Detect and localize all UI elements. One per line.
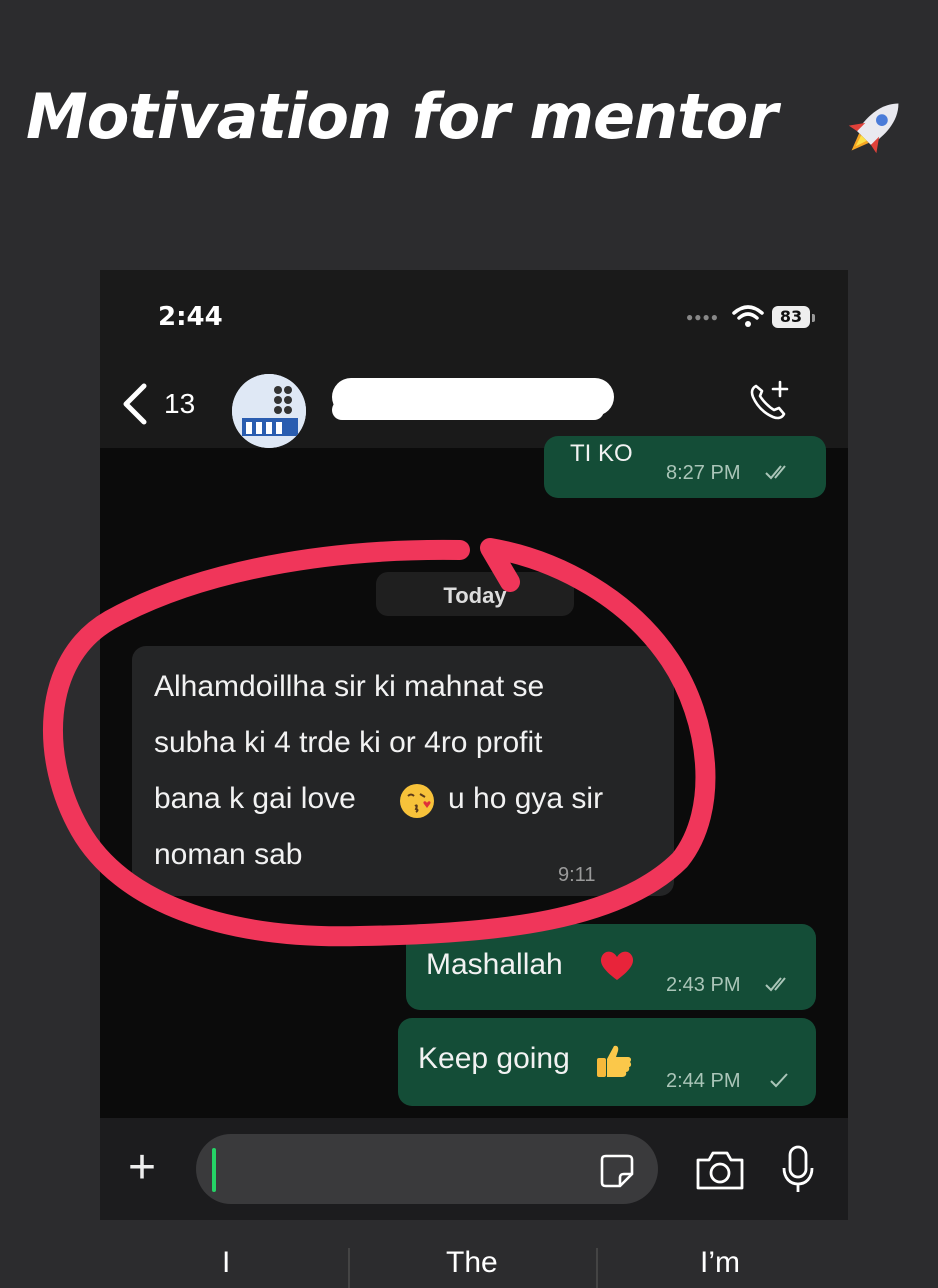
message-out-2-time: 2:44 PM: [666, 1070, 741, 1092]
message-out-1-time: 2:43 PM: [666, 974, 741, 996]
status-bar: 2:44 ●●●● 83: [100, 270, 848, 360]
signal-dots-icon: ●●●●: [686, 310, 719, 324]
suggestion-2[interactable]: The: [446, 1246, 498, 1280]
chat-screenshot: 2:44 ●●●● 83 13 TI KO 8:27 PM Today Alha…: [100, 270, 848, 1220]
message-out-previous-text: ti ko: [570, 440, 633, 467]
back-chevron-icon[interactable]: [118, 382, 152, 426]
avatar-image[interactable]: [232, 374, 306, 448]
message-in-line-1: Alhamdoillha sir ki mahnat se: [154, 670, 545, 703]
redacted-contact-name-lower: [332, 400, 604, 420]
date-divider: Today: [376, 572, 574, 616]
message-in-line-2: subha ki 4 trde ki or 4ro profit: [154, 726, 543, 759]
wifi-icon: [732, 305, 764, 327]
status-time: 2:44: [158, 302, 223, 332]
heart-emoji: [600, 951, 634, 980]
thumbs-up-emoji: [597, 1045, 632, 1077]
rocket-icon: [848, 103, 899, 154]
message-in-time: 9:11: [558, 864, 596, 886]
message-in-line-3: bana k gai love: [154, 782, 356, 815]
message-out-2-text: Keep going: [418, 1042, 570, 1075]
battery-tip: [812, 314, 815, 322]
back-count[interactable]: 13: [164, 388, 195, 420]
double-check-icon: [765, 977, 786, 992]
plus-icon[interactable]: +: [128, 1144, 156, 1192]
suggestion-1[interactable]: I: [222, 1246, 230, 1280]
double-check-icon: [765, 465, 786, 480]
battery-indicator: 83: [772, 306, 810, 328]
text-cursor: [212, 1148, 216, 1192]
headline-text: Motivation for mentor: [26, 80, 778, 153]
message-input[interactable]: [196, 1134, 658, 1204]
suggestion-divider: [596, 1248, 598, 1288]
message-in-line-4: u ho gya sir: [448, 782, 604, 815]
keyboard-suggestion-bar: I The I’m: [0, 1220, 938, 1288]
message-out-previous-time: 8:27 PM: [666, 462, 741, 484]
suggestion-divider: [348, 1248, 350, 1288]
composer-bar: +: [100, 1118, 848, 1220]
message-out-1-text: Mashallah: [426, 948, 563, 981]
suggestion-3[interactable]: I’m: [700, 1246, 740, 1280]
kissing-face-emoji: [400, 784, 434, 818]
chat-header: 13: [100, 360, 848, 448]
camera-icon[interactable]: [694, 1148, 746, 1192]
message-in-line-5: noman sab: [154, 838, 303, 871]
sticker-icon[interactable]: [598, 1152, 636, 1190]
mic-icon[interactable]: [780, 1144, 816, 1196]
add-call-icon[interactable]: [746, 378, 792, 424]
single-check-icon: [770, 1073, 788, 1088]
